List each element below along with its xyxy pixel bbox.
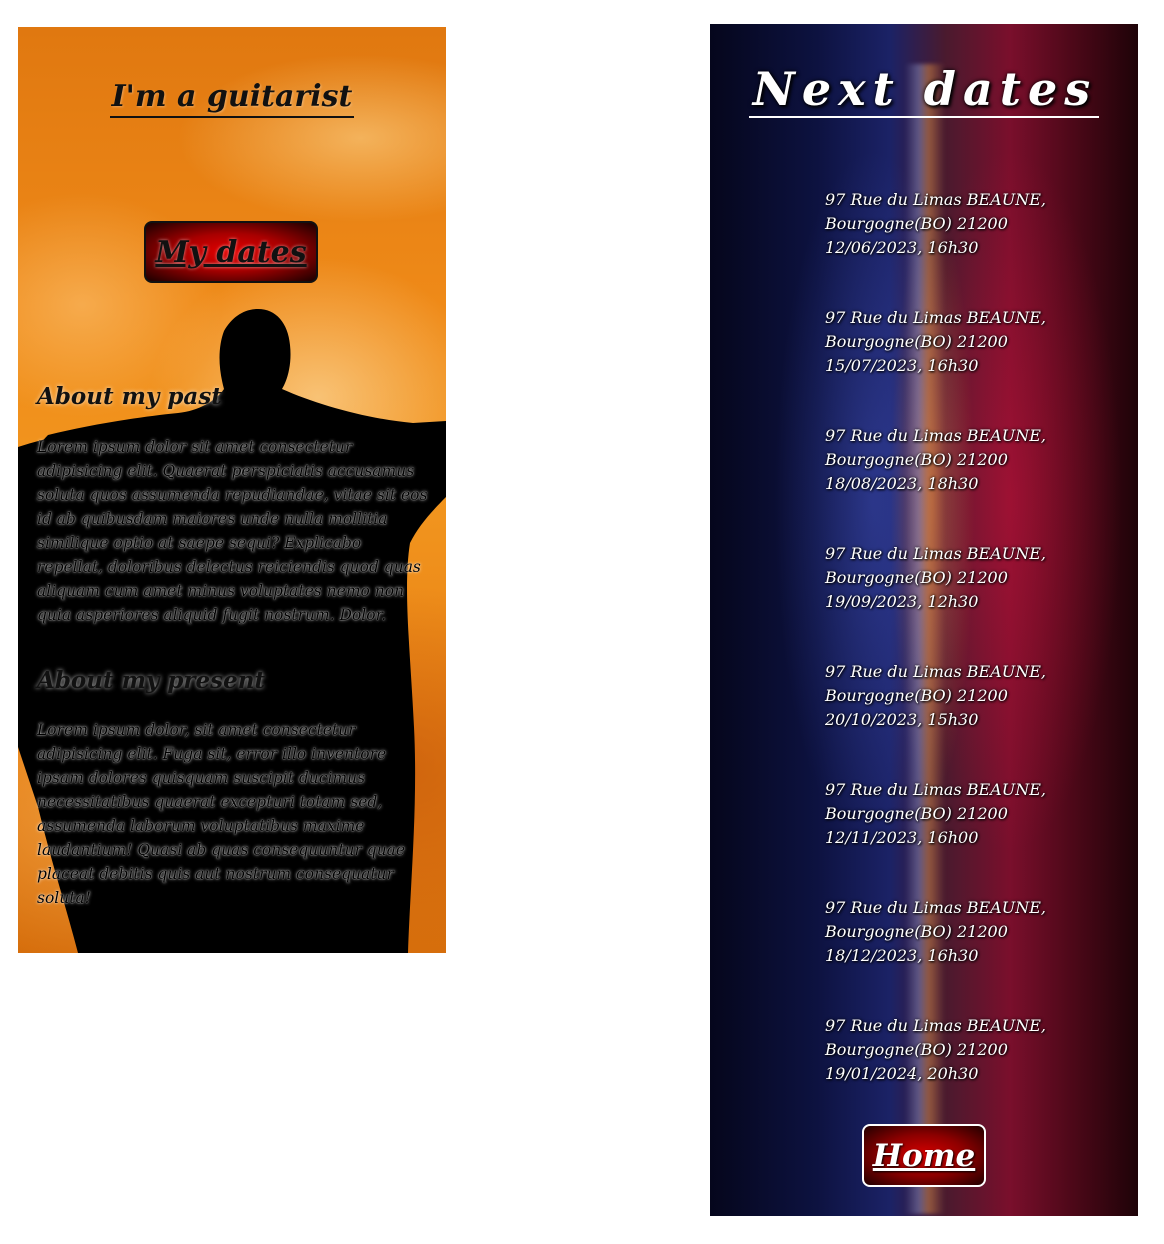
date-when: 12/06/2023, 16h30 (825, 238, 979, 257)
date-address: 97 Rue du Limas BEAUNE, (825, 308, 1046, 327)
about-present-heading: About my present (37, 667, 266, 694)
date-entry: 97 Rue du Limas BEAUNE, Bourgogne(BO) 21… (825, 424, 1125, 542)
date-entry: 97 Rue du Limas BEAUNE, Bourgogne(BO) 21… (825, 778, 1125, 896)
page-title: Next dates (710, 62, 1138, 118)
date-when: 20/10/2023, 15h30 (825, 710, 979, 729)
date-entry: 97 Rue du Limas BEAUNE, Bourgogne(BO) 21… (825, 306, 1125, 424)
date-when: 15/07/2023, 16h30 (825, 356, 979, 375)
date-address: 97 Rue du Limas BEAUNE, (825, 190, 1046, 209)
page-title: I'm a guitarist (18, 79, 446, 118)
date-region: Bourgogne(BO) 21200 (825, 922, 1008, 941)
date-entry: 97 Rue du Limas BEAUNE, Bourgogne(BO) 21… (825, 188, 1125, 306)
date-region: Bourgogne(BO) 21200 (825, 568, 1008, 587)
date-entry: 97 Rue du Limas BEAUNE, Bourgogne(BO) 21… (825, 1014, 1125, 1132)
date-address: 97 Rue du Limas BEAUNE, (825, 1016, 1046, 1035)
about-past-text: Lorem ipsum dolor sit amet consectetur a… (37, 438, 428, 624)
page-title-text: Next dates (748, 62, 1100, 118)
date-entry: 97 Rue du Limas BEAUNE, Bourgogne(BO) 21… (825, 896, 1125, 1014)
date-region: Bourgogne(BO) 21200 (825, 332, 1008, 351)
home-button[interactable]: Home (862, 1124, 986, 1187)
date-entry: 97 Rue du Limas BEAUNE, Bourgogne(BO) 21… (825, 660, 1125, 778)
page-title-text: I'm a guitarist (109, 79, 355, 118)
guitarist-page: I'm a guitarist My dates About my past L… (18, 27, 446, 953)
dates-list: 97 Rue du Limas BEAUNE, Bourgogne(BO) 21… (825, 188, 1125, 1132)
date-address: 97 Rue du Limas BEAUNE, (825, 898, 1046, 917)
date-address: 97 Rue du Limas BEAUNE, (825, 780, 1046, 799)
date-region: Bourgogne(BO) 21200 (825, 686, 1008, 705)
about-past-heading: About my past (37, 383, 222, 410)
date-region: Bourgogne(BO) 21200 (825, 1040, 1008, 1059)
next-dates-page: Next dates 97 Rue du Limas BEAUNE, Bourg… (710, 24, 1138, 1216)
about-present-text: Lorem ipsum dolor, sit amet consectetur … (37, 721, 406, 907)
date-address: 97 Rue du Limas BEAUNE, (825, 662, 1046, 681)
my-dates-button[interactable]: My dates (144, 221, 318, 283)
date-address: 97 Rue du Limas BEAUNE, (825, 544, 1046, 563)
date-address: 97 Rue du Limas BEAUNE, (825, 426, 1046, 445)
date-when: 18/12/2023, 16h30 (825, 946, 979, 965)
date-when: 19/09/2023, 12h30 (825, 592, 979, 611)
date-when: 18/08/2023, 18h30 (825, 474, 979, 493)
date-when: 12/11/2023, 16h00 (825, 828, 979, 847)
date-when: 19/01/2024, 20h30 (825, 1064, 979, 1083)
date-region: Bourgogne(BO) 21200 (825, 804, 1008, 823)
date-region: Bourgogne(BO) 21200 (825, 450, 1008, 469)
date-entry: 97 Rue du Limas BEAUNE, Bourgogne(BO) 21… (825, 542, 1125, 660)
date-region: Bourgogne(BO) 21200 (825, 214, 1008, 233)
